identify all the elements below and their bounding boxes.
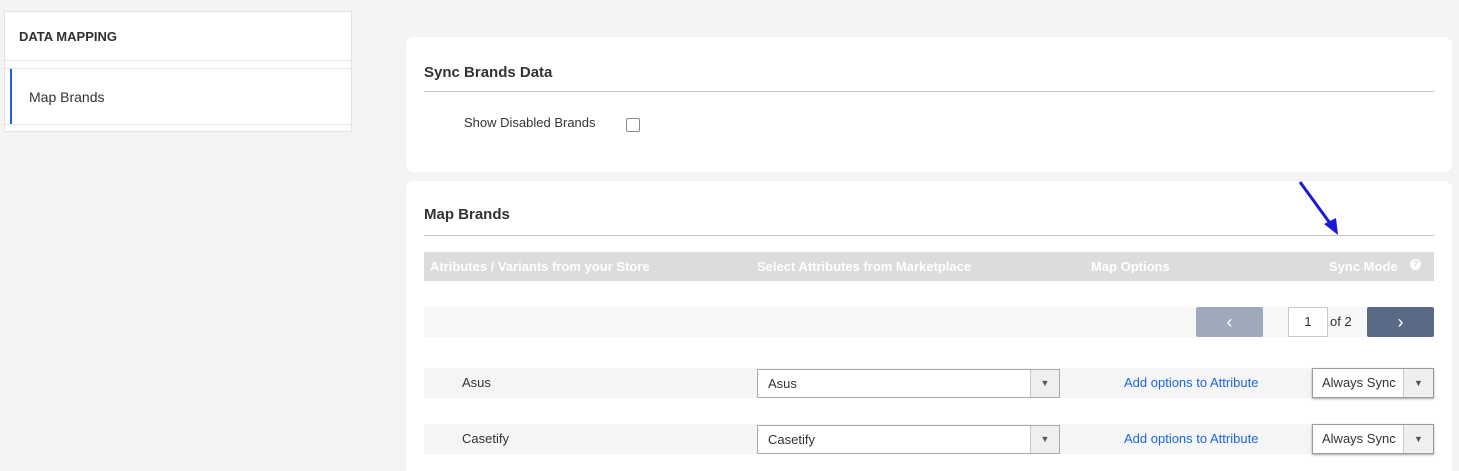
divider [424,235,1434,236]
sidebar-header: DATA MAPPING [5,12,351,61]
add-options-link[interactable]: Add options to Attribute [1124,431,1258,446]
divider [424,91,1434,92]
show-disabled-checkbox[interactable] [626,118,640,132]
column-header-sync: Sync Mode [1329,259,1398,274]
help-icon[interactable]: ? [1410,259,1421,270]
chevron-right-icon: › [1397,311,1404,332]
select-value: Asus [768,376,797,391]
marketplace-attribute-select[interactable]: Asus ▼ [757,369,1060,398]
pagination: ‹ 1 of 2 › [424,307,1434,337]
sync-mode-select[interactable]: Always Sync ▼ [1312,424,1434,454]
show-disabled-label: Show Disabled Brands [464,115,596,130]
select-value: Always Sync [1322,431,1396,446]
annotation-arrow-icon [1298,181,1338,235]
chevron-left-icon: ‹ [1226,311,1233,332]
caret-down-icon: ▼ [1403,425,1433,453]
sidebar: DATA MAPPING Map Brands [4,11,352,132]
column-header-marketplace: Select Attributes from Marketplace [757,259,972,274]
caret-down-icon: ▼ [1403,369,1433,397]
column-header-store: Atributes / Variants from your Store [430,259,650,274]
prev-page-button[interactable]: ‹ [1196,307,1263,337]
page-total-label: of 2 [1330,314,1352,329]
page-number-input[interactable]: 1 [1288,307,1328,337]
add-options-link[interactable]: Add options to Attribute [1124,375,1258,390]
select-value: Casetify [768,432,815,447]
select-value: Always Sync [1322,375,1396,390]
table-row: Casetify Casetify ▼ Add options to Attri… [424,424,1434,454]
marketplace-attribute-select[interactable]: Casetify ▼ [757,425,1060,454]
table-row: Asus Asus ▼ Add options to Attribute Alw… [424,368,1434,398]
sidebar-item-map-brands[interactable]: Map Brands [10,69,351,124]
caret-down-icon: ▼ [1030,370,1059,397]
table-header: Atributes / Variants from your Store Sel… [424,252,1434,281]
card-title: Map Brands [424,206,510,223]
caret-down-icon: ▼ [1030,426,1059,453]
brand-name: Asus [462,375,491,390]
sidebar-divider [5,61,351,69]
card-title: Sync Brands Data [424,64,553,81]
brand-name: Casetify [462,431,509,446]
sidebar-item-label: Map Brands [29,88,105,105]
sync-brands-card: Sync Brands Data Show Disabled Brands [406,37,1452,172]
next-page-button[interactable]: › [1367,307,1434,337]
sidebar-divider [5,124,351,131]
column-header-options: Map Options [1091,259,1170,274]
sync-mode-select[interactable]: Always Sync ▼ [1312,368,1434,398]
